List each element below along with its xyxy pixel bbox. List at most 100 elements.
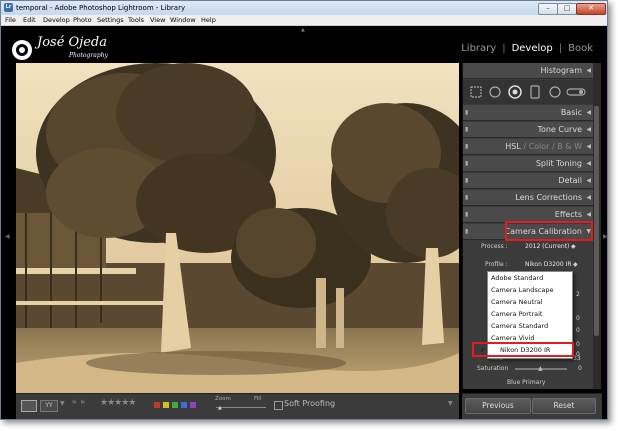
- zoom-slider[interactable]: [216, 407, 266, 408]
- slider-value: 0: [576, 341, 580, 348]
- split-toning-header[interactable]: ▮ Split Toning ◀: [463, 156, 593, 172]
- menu-window[interactable]: Window: [170, 15, 196, 26]
- maximize-button[interactable]: □: [557, 3, 577, 15]
- before-after-dropdown-icon[interactable]: ▼: [60, 400, 65, 407]
- left-panel-toggle-icon[interactable]: ◀: [5, 233, 10, 240]
- panel-buttons: Previous Reset: [462, 393, 602, 419]
- detail-header[interactable]: ▮ Detail ◀: [463, 173, 593, 189]
- process-dropdown-icon[interactable]: ◆: [571, 243, 576, 250]
- hsl-separator: /: [552, 142, 555, 151]
- panel-switch-icon[interactable]: ▮: [465, 190, 468, 206]
- star-rating[interactable]: ★★★★★: [100, 398, 136, 408]
- sepia-trees-photo: [16, 63, 459, 393]
- lightroom-window: Lr temporal - Adobe Photoshop Lightroom …: [0, 0, 608, 420]
- hsl-tab[interactable]: HSL: [505, 142, 521, 151]
- tone-curve-header[interactable]: ▮ Tone Curve ◀: [463, 122, 593, 138]
- menu-develop[interactable]: Develop: [43, 15, 70, 26]
- module-develop[interactable]: Develop: [512, 43, 553, 54]
- color-label-purple[interactable]: [190, 402, 196, 408]
- menu-view[interactable]: View: [150, 15, 165, 26]
- loupe-view-icon[interactable]: [21, 400, 37, 412]
- tool-strip: [463, 80, 593, 104]
- collapse-triangle-icon: ◀: [586, 67, 591, 74]
- menu-help[interactable]: Help: [201, 15, 216, 26]
- split-toning-label: Split Toning: [535, 159, 582, 168]
- minimize-button[interactable]: –: [538, 3, 558, 15]
- panel-switch-icon[interactable]: ▮: [465, 173, 468, 189]
- menu-bar: File Edit Develop Photo Settings Tools V…: [1, 15, 607, 26]
- lightroom-app-icon: Lr: [4, 3, 13, 12]
- menu-tools[interactable]: Tools: [128, 15, 144, 26]
- profile-dropdown-icon[interactable]: ◆: [573, 261, 578, 268]
- histogram-header[interactable]: Histogram ◀: [463, 63, 593, 79]
- panel-switch-icon[interactable]: ▮: [465, 224, 468, 240]
- module-separator: |: [502, 43, 506, 54]
- identity-plate: José Ojeda Photography: [11, 29, 111, 63]
- panel-switch-icon[interactable]: ▮: [465, 207, 468, 223]
- slider-value: 0: [576, 327, 580, 334]
- collapse-triangle-icon: ◀: [586, 177, 591, 184]
- fill-label: Fill: [254, 396, 262, 402]
- collapse-triangle-icon: ◀: [586, 109, 591, 116]
- reset-button[interactable]: Reset: [532, 398, 596, 414]
- menu-photo[interactable]: Photo: [73, 15, 92, 26]
- previous-button[interactable]: Previous: [465, 398, 531, 414]
- profile-option-camera-standard[interactable]: Camera Standard: [488, 321, 574, 333]
- color-label-red[interactable]: [154, 402, 160, 408]
- soft-proofing-checkbox[interactable]: [274, 401, 283, 410]
- profile-option-camera-landscape[interactable]: Camera Landscape: [488, 285, 574, 297]
- color-tab[interactable]: Color: [529, 142, 550, 151]
- detail-label: Detail: [558, 176, 582, 185]
- profile-select[interactable]: Nikon D3200 IR: [525, 261, 572, 268]
- brand-tagline: Photography: [69, 52, 108, 59]
- profile-option-camera-portrait[interactable]: Camera Portrait: [488, 309, 574, 321]
- brand-name: José Ojeda: [37, 35, 107, 50]
- menu-file[interactable]: File: [5, 15, 16, 26]
- process-label: Process :: [481, 243, 508, 250]
- panel-scrollbar-thumb[interactable]: [594, 106, 599, 336]
- soft-proofing-label: Soft Proofing: [284, 399, 336, 408]
- bw-tab[interactable]: B & W: [557, 142, 582, 151]
- saturation-slider-thumb[interactable]: ▲: [538, 365, 543, 372]
- hsl-header[interactable]: ▮ HSL / Color / B & W ◀: [463, 139, 593, 155]
- slider-value: 0: [576, 315, 580, 322]
- basic-header[interactable]: ▮ Basic ◀: [463, 105, 593, 121]
- toolbar-options-icon[interactable]: ▼: [448, 400, 453, 407]
- right-panel-toggle-icon[interactable]: ▶: [603, 233, 607, 240]
- bottom-toolbar: YY ▼ ⚑ ⚑ ★★★★★ Zoom Fill ▲ Soft Proofing…: [16, 393, 459, 419]
- flag-icons[interactable]: ⚑ ⚑: [71, 399, 86, 407]
- module-picker: Library | Develop | Book: [455, 43, 593, 54]
- camera-logo-icon: [12, 40, 32, 60]
- profile-option-adobe-standard[interactable]: Adobe Standard: [488, 273, 574, 285]
- histogram-label: Histogram: [540, 66, 583, 75]
- process-select[interactable]: 2012 (Current): [525, 243, 569, 250]
- profile-option-camera-neutral[interactable]: Camera Neutral: [488, 297, 574, 309]
- tone-curve-label: Tone Curve: [537, 125, 582, 134]
- color-label-green[interactable]: [172, 402, 178, 408]
- color-label-blue[interactable]: [181, 402, 187, 408]
- panel-switch-icon[interactable]: ▮: [465, 122, 468, 138]
- top-panel-toggle-icon[interactable]: ▲: [301, 27, 305, 33]
- collapse-triangle-icon: ◀: [586, 160, 591, 167]
- module-separator: |: [558, 43, 563, 54]
- panel-switch-icon[interactable]: ▮: [465, 105, 468, 121]
- collapse-triangle-icon: ◀: [586, 194, 591, 201]
- profile-label: Profile :: [485, 261, 508, 268]
- module-library[interactable]: Library: [461, 43, 496, 54]
- lens-corrections-header[interactable]: ▮ Lens Corrections ◀: [463, 190, 593, 206]
- close-button[interactable]: ✕: [576, 3, 606, 15]
- highlight-camera-calibration: [505, 221, 593, 241]
- window-title: temporal - Adobe Photoshop Lightroom - L…: [16, 4, 186, 12]
- panel-switch-icon[interactable]: ▮: [465, 139, 468, 155]
- collapse-triangle-icon: ◀: [586, 143, 591, 150]
- basic-label: Basic: [560, 108, 582, 117]
- menu-settings[interactable]: Settings: [97, 15, 124, 26]
- color-label-yellow[interactable]: [163, 402, 169, 408]
- before-after-icon[interactable]: YY: [40, 400, 58, 412]
- panel-switch-icon[interactable]: ▮: [465, 156, 468, 172]
- photo-preview[interactable]: [16, 63, 459, 393]
- highlight-selected-profile: [472, 342, 574, 357]
- zoom-slider-thumb[interactable]: ▲: [218, 405, 222, 411]
- menu-edit[interactable]: Edit: [23, 15, 36, 26]
- module-book[interactable]: Book: [568, 43, 593, 54]
